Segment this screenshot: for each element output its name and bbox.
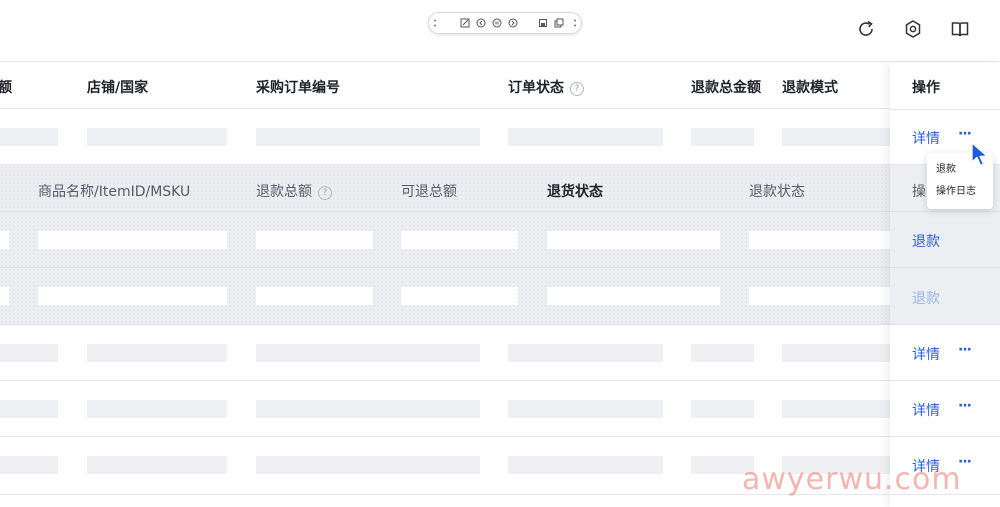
placeholder-cell [401, 231, 518, 249]
action-cell: 退款 [890, 268, 1000, 325]
refund-button-disabled: 退款 [912, 291, 940, 307]
placeholder-cell [508, 344, 663, 362]
action-column: 操作 详情 ··· 操 退款 退款 详情 ··· 详情 ··· 详情 ··· [890, 63, 1000, 507]
edit-icon[interactable] [460, 18, 470, 28]
more-actions-button[interactable]: ··· [958, 126, 972, 142]
placeholder-cell [256, 231, 373, 249]
subheader-action: 操 [912, 184, 926, 200]
copy-icon[interactable] [554, 18, 564, 28]
mouse-cursor-icon [971, 142, 988, 167]
placeholder-cell [0, 287, 9, 305]
subheader-product: 商品名称/ItemID/MSKU [38, 184, 191, 200]
placeholder-cell [87, 344, 227, 362]
placeholder-cell [508, 456, 663, 474]
action-cell: 详情 ··· [890, 325, 1000, 381]
help-icon[interactable]: ? [570, 82, 584, 96]
refund-button[interactable]: 退款 [912, 231, 940, 251]
placeholder-cell [782, 344, 890, 362]
placeholder-cell [87, 128, 227, 146]
header-shop-country: 店铺/国家 [87, 80, 149, 96]
header-po-number: 采购订单编号 [256, 80, 340, 96]
sub-table-header: 商品名称/ItemID/MSKU 退款总额? 可退总额 退货状态 退款状态 [0, 165, 1000, 212]
subheader-refundable: 可退总额 [401, 184, 457, 200]
placeholder-cell [87, 400, 227, 418]
placeholder-cell [256, 344, 480, 362]
drag-handle-icon[interactable] [430, 18, 440, 28]
placeholder-cell [547, 231, 720, 249]
placeholder-cell [38, 231, 227, 249]
table-header: 额 店铺/国家 采购订单编号 订单状态? 退款总金额 退款模式 [0, 63, 1000, 109]
save-icon[interactable] [538, 18, 548, 28]
table-row [0, 110, 1000, 165]
placeholder-cell [547, 287, 720, 305]
sub-table-row [0, 268, 1000, 325]
dropdown-item-operation-log[interactable]: 操作日志 [927, 181, 993, 203]
settings-icon[interactable] [902, 18, 924, 40]
detail-link[interactable]: 详情 [912, 344, 940, 364]
subheader-return-status: 退货状态 [547, 184, 603, 200]
detail-link[interactable]: 详情 [912, 400, 940, 420]
placeholder-cell [782, 128, 890, 146]
placeholder-cell [508, 128, 663, 146]
header-refund-mode: 退款模式 [782, 80, 838, 96]
pause-icon[interactable] [492, 18, 502, 28]
floating-toolbar [428, 12, 582, 34]
help-icon[interactable]: ? [318, 186, 332, 200]
action-header-cell: 操作 [890, 63, 1000, 110]
placeholder-cell [0, 344, 58, 362]
placeholder-cell [256, 128, 480, 146]
next-icon[interactable] [508, 18, 518, 28]
header-action: 操作 [912, 80, 940, 96]
watermark: awyerwu.com [742, 462, 962, 497]
placeholder-cell [0, 128, 58, 146]
action-cell: 详情 ··· [890, 381, 1000, 437]
action-cell: 退款 [890, 212, 1000, 268]
placeholder-cell [508, 400, 663, 418]
top-bar [0, 0, 1000, 62]
header-order-status: 订单状态? [508, 77, 584, 97]
placeholder-cell [256, 400, 480, 418]
placeholder-cell [0, 231, 9, 249]
table-row [0, 381, 1000, 437]
placeholder-cell [0, 400, 58, 418]
book-icon[interactable] [949, 18, 971, 40]
placeholder-cell [749, 231, 890, 249]
placeholder-cell [691, 128, 754, 146]
header-refund-total: 退款总金额 [691, 80, 761, 96]
subheader-refund-sum: 退款总额? [256, 181, 332, 201]
placeholder-cell [87, 456, 227, 474]
detail-link[interactable]: 详情 [912, 128, 940, 148]
placeholder-cell [782, 400, 890, 418]
table-row [0, 325, 1000, 381]
header-cut-column: 额 [0, 80, 12, 96]
prev-icon[interactable] [476, 18, 486, 28]
placeholder-cell [401, 287, 518, 305]
placeholder-cell [691, 344, 754, 362]
more-actions-button[interactable]: ··· [958, 342, 972, 358]
placeholder-cell [749, 287, 890, 305]
subheader-refund-status: 退款状态 [749, 184, 805, 200]
refresh-icon[interactable] [855, 18, 877, 40]
placeholder-cell [691, 400, 754, 418]
placeholder-cell [0, 456, 58, 474]
sub-table-row [0, 212, 1000, 268]
placeholder-cell [38, 287, 227, 305]
placeholder-cell [256, 456, 480, 474]
menu-dots-icon[interactable] [570, 18, 580, 28]
more-actions-button[interactable]: ··· [958, 398, 972, 414]
placeholder-cell [256, 287, 373, 305]
